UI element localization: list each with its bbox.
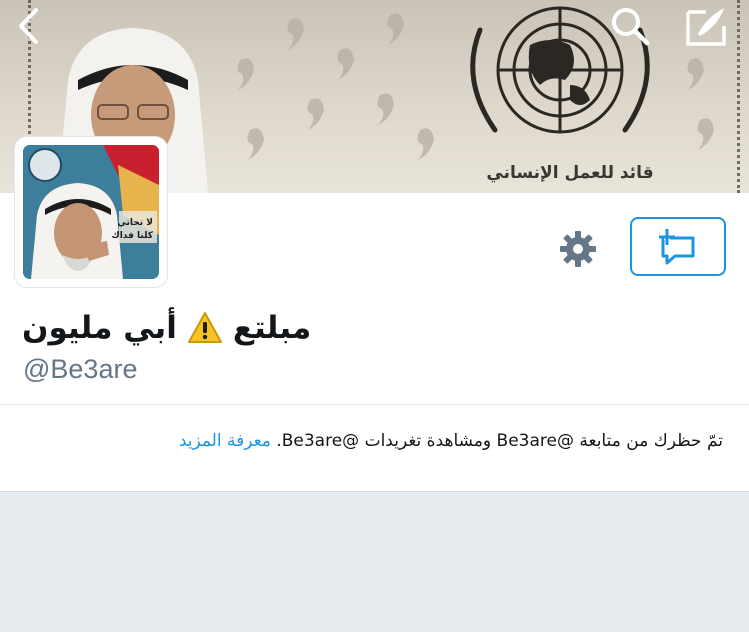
compose-tweet-button[interactable] [682, 2, 730, 50]
avatar-caption-line1: لا تحاتي [117, 218, 153, 228]
profile-avatar[interactable]: لا تحاتي كلنا فداك [15, 137, 167, 287]
blocked-notice-text: تمّ حظرك من متابعة @Be3are ومشاهدة تغريد… [179, 431, 723, 451]
display-name: مبلتع أبي مليون [22, 305, 311, 351]
avatar-image: لا تحاتي كلنا فداك [23, 145, 159, 279]
back-button[interactable] [4, 2, 52, 50]
search-button[interactable] [606, 2, 654, 50]
gear-icon [560, 231, 596, 267]
avatar-illustration [23, 145, 159, 279]
new-message-button[interactable] [630, 217, 726, 276]
profile-settings-button[interactable] [557, 228, 599, 270]
chevron-left-icon [19, 8, 38, 44]
blocked-message: تمّ حظرك من متابعة @Be3are ومشاهدة تغريد… [276, 431, 723, 451]
display-name-part2: أبي مليون [22, 310, 177, 346]
display-name-part1: مبلتع [232, 310, 312, 346]
screen-name: @Be3are [23, 354, 138, 384]
warning-icon [187, 311, 223, 345]
blocked-notice: تمّ حظرك من متابعة @Be3are ومشاهدة تغريد… [0, 405, 749, 492]
compose-icon [686, 8, 726, 46]
avatar-caption: لا تحاتي كلنا فداك [111, 217, 153, 243]
search-icon [612, 8, 650, 46]
banner-caption: قائد للعمل الإنساني [486, 163, 654, 183]
learn-more-link[interactable]: معرفة المزيد [179, 431, 271, 451]
avatar-caption-line2: كلنا فداك [111, 231, 153, 241]
new-message-icon [659, 228, 695, 264]
